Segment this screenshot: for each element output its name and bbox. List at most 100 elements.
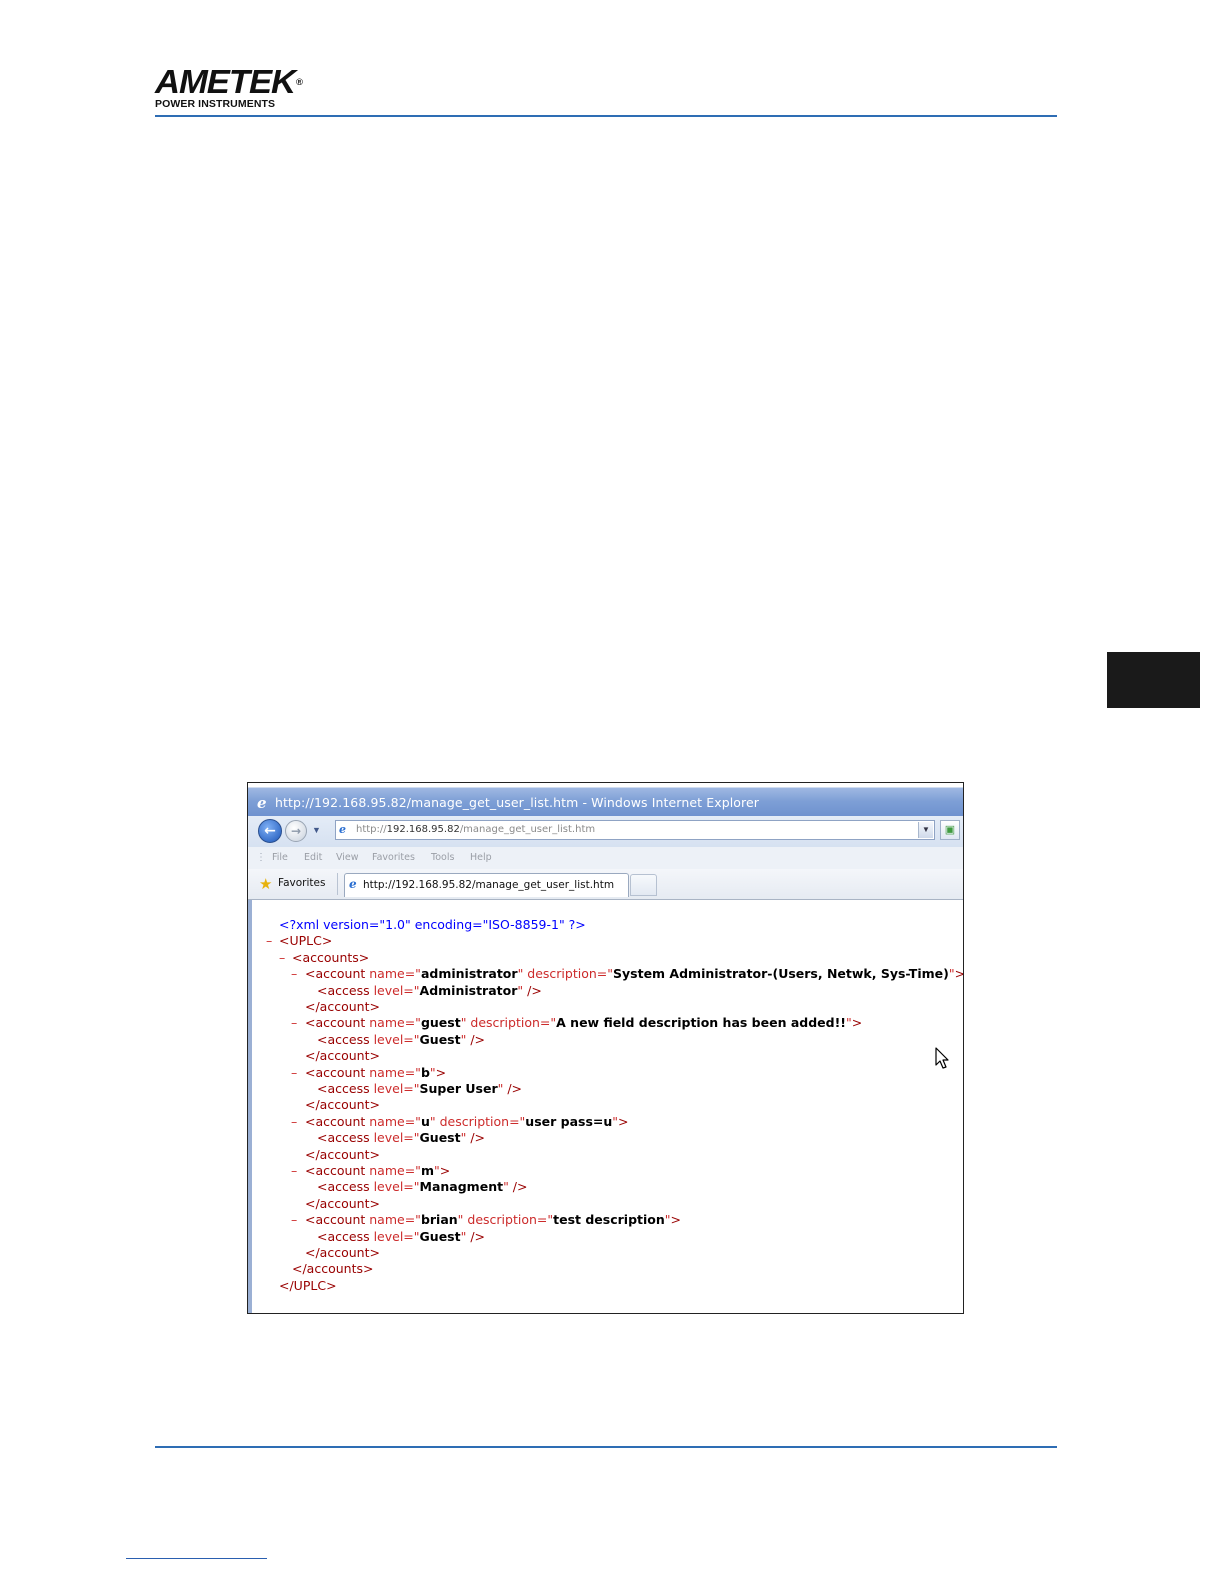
access-level-value: Managment <box>419 1179 504 1195</box>
back-arrow-icon[interactable]: ← <box>258 819 282 843</box>
xml-access-line: <access level="Guest" /> <box>317 1229 485 1245</box>
xml-tag: > <box>618 1113 629 1129</box>
collapse-toggle[interactable]: – <box>291 1114 297 1130</box>
xml-accounts-open: <accounts> <box>292 949 370 965</box>
account-description-value: System Administrator-(Users, Netwk, Sys-… <box>613 966 949 982</box>
ie-logo-icon: e <box>257 794 267 812</box>
tab-current-page[interactable]: e http://192.168.95.82/manage_get_user_l… <box>344 873 629 897</box>
xml-account-close: </account> <box>305 1195 380 1211</box>
address-dropdown-icon[interactable]: ▼ <box>918 822 933 838</box>
xml-attr: name=" <box>369 966 421 982</box>
xml-tag: <account <box>305 1113 370 1129</box>
footer-rule <box>155 1446 1057 1448</box>
collapse-toggle[interactable]: – <box>291 1212 297 1228</box>
ie-page-icon: e <box>339 823 346 836</box>
xml-attr: level=" <box>373 1228 420 1244</box>
chapter-side-tab <box>1107 652 1200 708</box>
browser-menu-bar: ⋮ File Edit View Favorites Tools Help <box>248 847 963 870</box>
address-url[interactable]: http://192.168.95.82/manage_get_user_lis… <box>356 824 595 835</box>
toolbar-grip-icon: ⋮ <box>256 852 266 863</box>
mouse-pointer-icon <box>935 1047 949 1069</box>
xml-account-open: <account name="administrator" descriptio… <box>305 966 963 982</box>
collapse-toggle[interactable]: – <box>266 933 272 949</box>
url-protocol: http:// <box>356 824 387 835</box>
collapse-toggle[interactable]: – <box>291 1163 297 1179</box>
xml-access-line: <access level="Administrator" /> <box>317 983 542 999</box>
collapse-toggle[interactable]: – <box>291 1015 297 1031</box>
collapse-toggle[interactable]: – <box>291 966 297 982</box>
forward-arrow-icon[interactable]: → <box>285 820 307 842</box>
xml-tag: <access <box>317 1179 374 1195</box>
xml-account-close: </account> <box>305 1245 380 1260</box>
xml-attr: level=" <box>373 1130 420 1146</box>
xml-tag: <access <box>317 982 374 998</box>
access-level-value: Administrator <box>419 982 518 998</box>
xml-tag: /> <box>466 1228 486 1244</box>
xml-line: </UPLC> <box>279 1278 337 1294</box>
account-name-value: b <box>420 1064 430 1080</box>
xml-attr: level=" <box>373 982 420 998</box>
window-left-edge <box>248 900 252 1313</box>
menu-edit[interactable]: Edit <box>304 852 322 863</box>
menu-file[interactable]: File <box>272 852 288 863</box>
access-level-value: Guest <box>419 1228 461 1244</box>
url-host: 192.168.95.82 <box>386 824 460 835</box>
xml-tag: /> <box>466 1130 486 1146</box>
xml-line: </account> <box>305 1196 380 1212</box>
address-bar[interactable]: e http://192.168.95.82/manage_get_user_l… <box>335 820 935 840</box>
xml-access-line: <access level="Guest" /> <box>317 1130 485 1146</box>
xml-attr: level=" <box>373 1081 420 1096</box>
xml-line: </account> <box>305 1097 380 1113</box>
collapse-toggle[interactable]: – <box>291 1065 297 1081</box>
xml-tag: <account <box>305 1064 370 1080</box>
url-path: /manage_get_user_list.htm <box>459 824 596 835</box>
xml-account-close: </account> <box>305 999 380 1014</box>
menu-tools[interactable]: Tools <box>431 852 454 863</box>
xml-tag: > <box>955 966 963 981</box>
access-level-value: Guest <box>419 1130 461 1146</box>
registered-mark: ® <box>296 77 303 87</box>
xml-line: </account> <box>305 1048 380 1064</box>
account-name-value: guest <box>420 1015 461 1031</box>
xml-line: </account> <box>305 1245 380 1261</box>
account-name-value: administrator <box>420 966 518 982</box>
star-icon[interactable]: ★ <box>259 875 272 893</box>
xml-account-open: <account name="brian" description="test … <box>305 1212 681 1228</box>
favorites-divider <box>337 873 338 895</box>
xml-access-line: <access level="Guest" /> <box>317 1032 485 1048</box>
xml-line: </account> <box>305 1147 380 1163</box>
xml-attr: description=" <box>463 1212 554 1228</box>
ie-page-icon: e <box>349 877 357 891</box>
xml-attr: name=" <box>369 1163 421 1178</box>
menu-view[interactable]: View <box>336 852 359 863</box>
xml-tag: <access <box>317 1031 374 1047</box>
xml-attr: level=" <box>373 1179 420 1195</box>
account-name-value: u <box>420 1113 430 1129</box>
account-description-value: test description <box>553 1212 665 1228</box>
xml-tag: <access <box>317 1228 374 1244</box>
account-name-value: brian <box>420 1212 458 1228</box>
xml-attr: description=" <box>523 966 614 982</box>
xml-line: <UPLC> <box>279 933 332 949</box>
xml-root-close: </UPLC> <box>279 1277 337 1293</box>
xml-line: </account> <box>305 999 380 1015</box>
new-tab-button[interactable] <box>630 874 657 896</box>
menu-help[interactable]: Help <box>470 852 492 863</box>
access-level-value: Super User <box>419 1081 498 1096</box>
xml-document-view: <?xml version="1.0" encoding="ISO-8859-1… <box>248 900 963 1313</box>
xml-line: <?xml version="1.0" encoding="ISO-8859-1… <box>279 917 586 933</box>
xml-attr: name=" <box>369 1113 421 1129</box>
favorites-button[interactable]: Favorites <box>278 877 325 889</box>
collapse-toggle[interactable]: – <box>279 950 285 966</box>
xml-attr: level=" <box>373 1031 420 1047</box>
compatibility-view-icon[interactable]: ▣ <box>940 820 960 840</box>
browser-window-screenshot: e http://192.168.95.82/manage_get_user_l… <box>247 782 964 1314</box>
header-rule <box>155 115 1057 117</box>
xml-tag: > <box>670 1212 681 1228</box>
xml-attr: description=" <box>466 1015 557 1031</box>
xml-account-open: <account name="u" description="user pass… <box>305 1114 629 1130</box>
menu-favorites[interactable]: Favorites <box>372 852 415 863</box>
xml-tag: > <box>851 1015 863 1031</box>
xml-account-close: </account> <box>305 1146 380 1162</box>
chevron-down-icon[interactable]: ▼ <box>312 825 321 835</box>
